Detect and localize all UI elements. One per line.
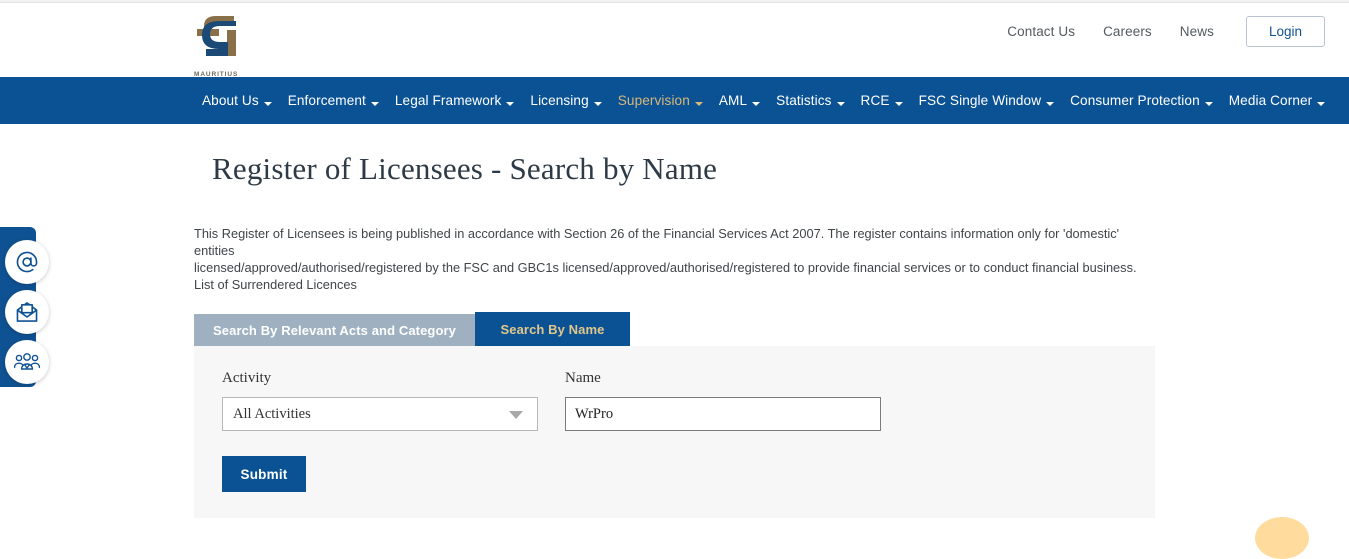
nav-item-rce[interactable]: RCE [853, 93, 911, 108]
activity-field-group: Activity All Activities [222, 370, 538, 431]
nav-label: RCE [860, 93, 890, 108]
site-header: MAURITIUS Contact Us Careers News Login [0, 4, 1349, 78]
login-button[interactable]: Login [1245, 16, 1325, 47]
news-link[interactable]: News [1166, 24, 1228, 39]
nav-item-legal-framework[interactable]: Legal Framework [387, 93, 523, 108]
nav-label: Media Corner [1228, 93, 1313, 108]
logo-mark [197, 16, 236, 56]
chevron-down-icon [694, 101, 703, 106]
search-form-panel: Activity All Activities Name Submit [194, 346, 1155, 518]
chevron-down-icon [593, 101, 602, 106]
chevron-down-icon [370, 101, 379, 106]
activity-label: Activity [222, 370, 272, 386]
chevron-down-icon [894, 101, 903, 106]
nav-item-fsc-single-window[interactable]: FSC Single Window [911, 93, 1063, 108]
intro-line-2: licensed/approved/authorised/registered … [194, 260, 1137, 275]
intro-line-1: This Register of Licensees is being publ… [194, 226, 1120, 258]
submit-button[interactable]: Submit [222, 456, 306, 492]
people-group-icon-button[interactable] [5, 340, 49, 384]
nav-label: Legal Framework [394, 93, 502, 108]
nav-label: Statistics [776, 93, 832, 108]
chevron-down-icon [506, 101, 515, 106]
tab-search-by-acts-category[interactable]: Search By Relevant Acts and Category [194, 314, 475, 346]
at-sign-icon-button[interactable] [5, 240, 49, 284]
nav-label: Supervision [617, 93, 690, 108]
fsc-mauritius-logo[interactable]: MAURITIUS [194, 12, 246, 78]
nav-label: FSC Single Window [918, 93, 1042, 108]
chevron-down-icon [509, 411, 523, 419]
people-group-icon [13, 353, 41, 370]
at-sign-icon [16, 251, 38, 273]
nav-item-supervision[interactable]: Supervision [610, 93, 711, 108]
nav-item-aml[interactable]: AML [711, 93, 768, 108]
name-field-group: Name [565, 370, 881, 431]
nav-item-media-corner[interactable]: Media Corner [1221, 93, 1334, 108]
intro-line-3: List of Surrendered Licences [194, 277, 357, 292]
nav-label: Enforcement [287, 93, 366, 108]
name-input[interactable] [565, 397, 881, 431]
name-label: Name [565, 370, 601, 386]
contact-us-link[interactable]: Contact Us [993, 24, 1089, 39]
decorative-corner-blob [1255, 517, 1309, 559]
intro-paragraph: This Register of Licensees is being publ… [194, 225, 1144, 293]
nav-item-statistics[interactable]: Statistics [768, 93, 852, 108]
nav-item-licensing[interactable]: Licensing [522, 93, 609, 108]
tab-search-by-name[interactable]: Search By Name [475, 312, 630, 346]
top-hairline [0, 0, 1349, 3]
nav-item-consumer-protection[interactable]: Consumer Protection [1062, 93, 1221, 108]
chevron-down-icon [1317, 101, 1326, 106]
nav-label: Licensing [530, 93, 589, 108]
envelope-icon-button[interactable] [5, 290, 49, 334]
nav-label: Consumer Protection [1070, 93, 1200, 108]
page-content: Register of Licensees - Search by Name T… [0, 124, 1349, 559]
header-utility-links: Contact Us Careers News Login [993, 16, 1325, 47]
activity-select[interactable]: All Activities [222, 397, 538, 431]
page-title: Register of Licensees - Search by Name [212, 151, 718, 186]
main-navigation: About Us Enforcement Legal Framework Lic… [0, 77, 1349, 124]
activity-selected-value: All Activities [233, 405, 311, 422]
chevron-down-icon [1204, 101, 1213, 106]
envelope-icon [16, 302, 38, 322]
chevron-down-icon [752, 101, 761, 106]
careers-link[interactable]: Careers [1089, 24, 1166, 39]
chevron-down-icon [263, 101, 272, 106]
nav-item-enforcement[interactable]: Enforcement [280, 93, 387, 108]
nav-label: AML [718, 93, 748, 108]
chevron-down-icon [836, 101, 845, 106]
search-tabs: Search By Relevant Acts and Category Sea… [194, 312, 630, 346]
nav-label: About Us [202, 93, 259, 108]
chevron-down-icon [1046, 101, 1055, 106]
main-navigation-items: About Us Enforcement Legal Framework Lic… [194, 77, 1333, 124]
nav-item-about-us[interactable]: About Us [194, 93, 280, 108]
